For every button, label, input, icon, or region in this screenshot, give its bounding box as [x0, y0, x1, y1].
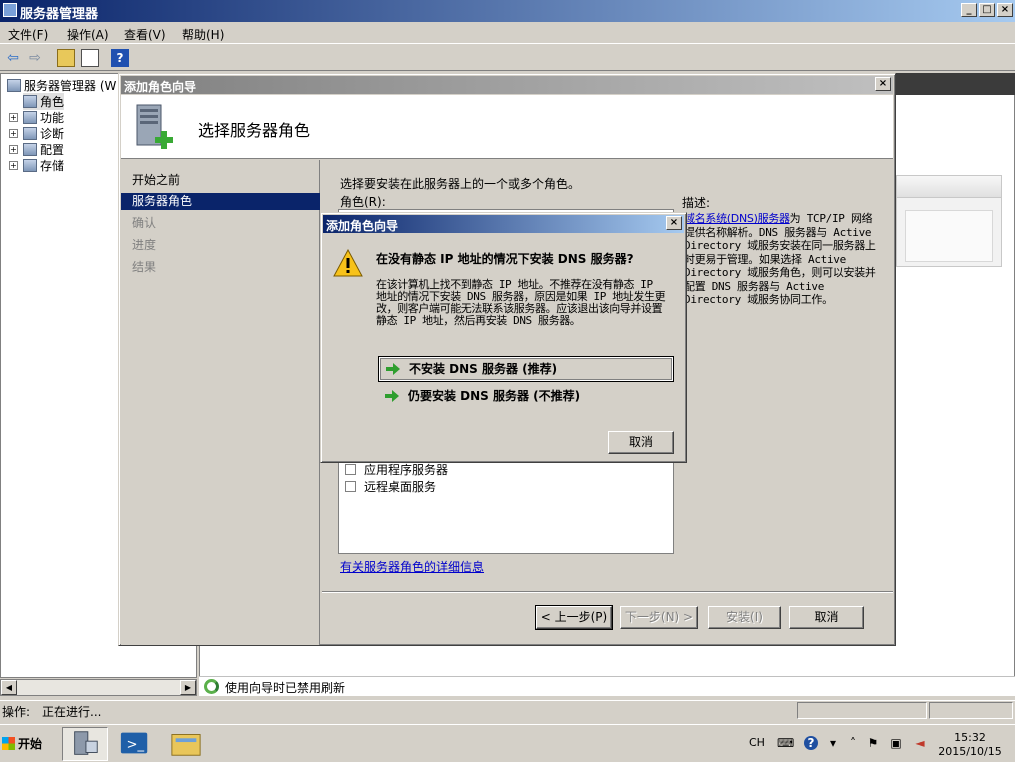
tree-item-storage[interactable]: 存储 — [23, 157, 64, 174]
server-manager-icon — [74, 731, 98, 755]
wizard-title-bar[interactable]: 添加角色向导 × — [121, 76, 893, 94]
network-icon[interactable]: ▣ — [889, 736, 903, 750]
show-hidden-icons[interactable]: ˄ — [846, 736, 860, 750]
tree-item-roles[interactable]: 角色 — [23, 93, 65, 110]
action-center-flag-icon[interactable]: ⚑ — [866, 736, 880, 750]
status-value: 正在进行... — [42, 705, 102, 719]
roles-icon — [23, 95, 37, 108]
scroll-right-icon[interactable]: ▶ — [180, 680, 196, 695]
storage-icon — [23, 159, 37, 172]
install-button[interactable]: 安装(I) — [708, 606, 781, 629]
taskbar-server-manager[interactable] — [62, 727, 108, 761]
role-item[interactable]: 应用程序服务器 — [345, 461, 448, 478]
dialog-close-button[interactable]: × — [666, 216, 682, 230]
more-info-link[interactable]: 有关服务器角色的详细信息 — [340, 558, 484, 575]
warning-icon — [333, 249, 363, 277]
diagnostics-icon — [23, 127, 37, 140]
main-title-bar[interactable]: 服务器管理器 _ □ × — [0, 0, 1015, 22]
status-bar: 操作: 正在进行... — [0, 700, 1015, 719]
wizard-heading: 选择服务器角色 — [198, 121, 311, 140]
dns-role-link[interactable]: 域名系统(DNS)服务器 — [684, 212, 790, 225]
dialog-cancel-button[interactable]: 取消 — [608, 431, 674, 454]
tree-root[interactable]: 服务器管理器 (W — [7, 77, 116, 94]
refresh-icon — [204, 679, 219, 694]
wizard-nav: 开始之前 服务器角色 确认 进度 结果 — [121, 160, 320, 645]
svg-text:>_: >_ — [127, 738, 145, 753]
menu-bar: 文件(F) 操作(A) 查看(V) 帮助(H) — [0, 22, 1015, 44]
wizard-cancel-button[interactable]: 取消 — [789, 606, 864, 629]
maximize-button[interactable]: □ — [979, 3, 995, 17]
help-icon[interactable]: ? — [111, 49, 129, 67]
toolbar: ⇦ ⇨ ? — [0, 45, 1015, 71]
expand-icon[interactable]: + — [9, 161, 18, 170]
dialog-title-bar[interactable]: 添加角色向导 × — [323, 215, 684, 233]
server-manager-icon — [3, 3, 17, 17]
dns-warning-dialog: 添加角色向导 × 在没有静态 IP 地址的情况下安装 DNS 服务器? 在该计算… — [320, 212, 687, 463]
tree-horizontal-scrollbar[interactable]: ◀ ▶ — [0, 679, 197, 696]
nav-results: 结果 — [132, 260, 157, 274]
window-title: 服务器管理器 — [20, 7, 99, 22]
nav-before-you-begin[interactable]: 开始之前 — [121, 172, 320, 189]
forward-arrow-icon[interactable]: ⇨ — [26, 49, 44, 67]
nav-confirmation: 确认 — [132, 216, 157, 230]
folder-icon — [171, 734, 201, 756]
scroll-left-icon[interactable]: ◀ — [1, 680, 17, 695]
status-label: 操作: — [2, 705, 31, 719]
menu-file[interactable]: 文件(F) — [8, 26, 48, 43]
role-description: 域名系统(DNS)服务器为 TCP/IP 网络提供名称解析。DNS 服务器与 A… — [684, 212, 876, 306]
dialog-body: 在该计算机上找不到静态 IP 地址。不推荐在没有静态 IP 地址的情况下安装 D… — [376, 278, 666, 327]
do-not-install-dns-option[interactable]: 不安装 DNS 服务器 (推荐) — [378, 356, 674, 382]
tree-item-features[interactable]: 功能 — [23, 109, 64, 126]
start-button[interactable]: 开始 — [0, 732, 42, 756]
volume-muted-icon[interactable]: ◄ — [913, 736, 927, 750]
menu-view[interactable]: 查看(V) — [124, 26, 166, 43]
server-icon — [7, 79, 21, 92]
install-dns-anyway-option[interactable]: 仍要安装 DNS 服务器 (不推荐) — [378, 384, 674, 410]
roles-label: 角色(R): — [340, 195, 386, 209]
expand-icon[interactable]: + — [9, 113, 18, 122]
show-hide-tree-icon[interactable] — [81, 49, 99, 67]
role-checkbox[interactable] — [345, 464, 356, 475]
menu-action[interactable]: 操作(A) — [67, 26, 109, 43]
keyboard-icon[interactable]: ⌨ — [777, 736, 794, 750]
content-panel — [896, 175, 1002, 267]
configuration-icon — [23, 143, 37, 156]
taskbar: 开始 >_ — [0, 724, 1015, 762]
close-button[interactable]: × — [997, 3, 1013, 17]
green-arrow-icon — [385, 390, 399, 402]
taskbar-explorer[interactable] — [164, 727, 210, 761]
green-arrow-icon — [386, 363, 400, 375]
next-button[interactable]: 下一步(N) > — [620, 606, 698, 629]
up-folder-icon[interactable] — [57, 49, 75, 67]
input-language[interactable]: CH — [749, 736, 765, 749]
content-header — [896, 73, 1015, 95]
wizard-header: 选择服务器角色 — [121, 95, 893, 159]
role-checkbox[interactable] — [345, 481, 356, 492]
tree-item-diagnostics[interactable]: 诊断 — [23, 125, 64, 142]
expand-icon[interactable]: + — [9, 129, 18, 138]
windows-logo-icon — [2, 737, 15, 750]
nav-server-roles[interactable]: 服务器角色 — [121, 193, 320, 210]
taskbar-powershell[interactable]: >_ — [113, 727, 159, 761]
description-label: 描述: — [682, 196, 711, 210]
server-add-icon — [136, 104, 173, 149]
minimize-button[interactable]: _ — [961, 3, 977, 17]
wizard-close-button[interactable]: × — [875, 77, 891, 91]
clock[interactable]: 15:32 2015/10/15 — [937, 731, 1003, 759]
expand-icon[interactable]: + — [9, 145, 18, 154]
tray-dropdown-icon[interactable]: ▾ — [826, 736, 840, 750]
wizard-intro: 选择要安装在此服务器上的一个或多个角色。 — [340, 177, 581, 191]
nav-progress: 进度 — [132, 238, 157, 252]
back-arrow-icon[interactable]: ⇦ — [4, 49, 22, 67]
dialog-heading: 在没有静态 IP 地址的情况下安装 DNS 服务器? — [376, 252, 634, 266]
role-item[interactable]: 远程桌面服务 — [345, 478, 436, 495]
tree-item-configuration[interactable]: 配置 — [23, 141, 64, 158]
previous-button[interactable]: < 上一步(P) — [535, 605, 613, 630]
features-icon — [23, 111, 37, 124]
refresh-status: 使用向导时已禁用刷新 — [199, 676, 1015, 696]
powershell-icon: >_ — [120, 732, 148, 754]
help-icon[interactable]: ? — [804, 736, 818, 750]
menu-help[interactable]: 帮助(H) — [182, 26, 224, 43]
